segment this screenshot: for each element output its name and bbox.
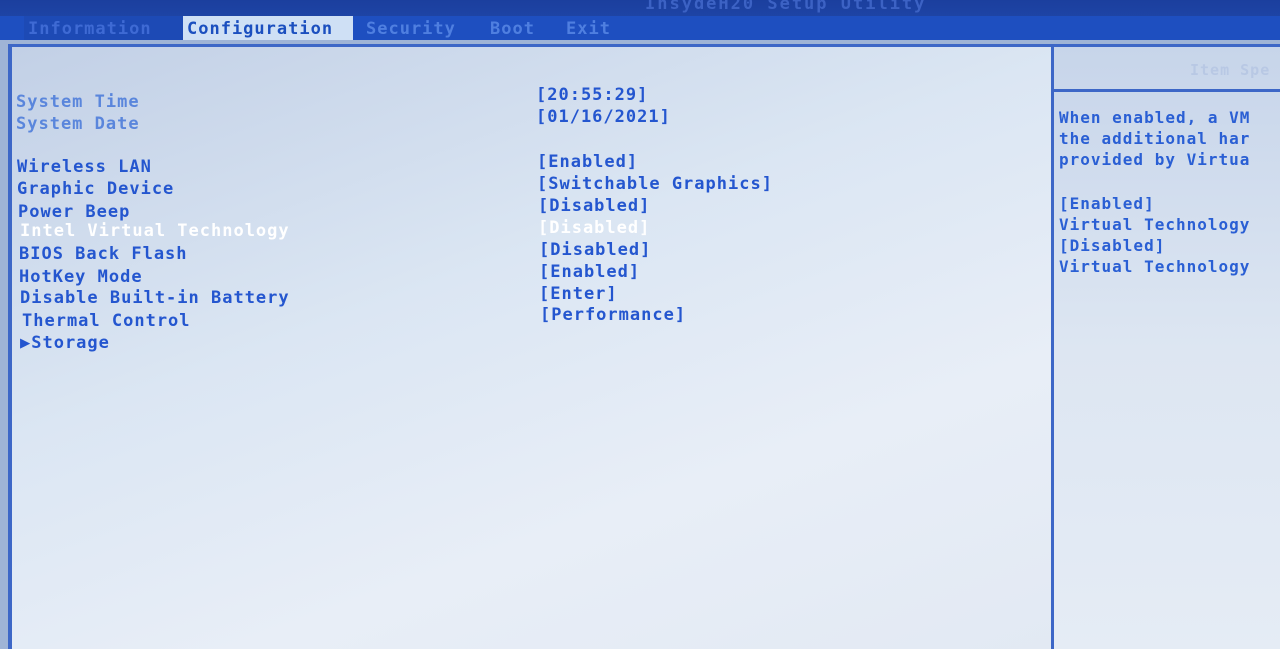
submenu-storage[interactable]: ▶Storage [20, 333, 110, 353]
settings-panel: System Time [20:55:29] System Date [01/1… [8, 44, 1052, 649]
help-description-line: When enabled, a VM the additional har pr… [1059, 108, 1251, 169]
setting-value-wireless-lan[interactable]: [Enabled] [537, 152, 638, 172]
help-options-line: [Enabled] Virtual Technology [Disabled] … [1059, 194, 1251, 276]
setting-label-power-beep[interactable]: Power Beep [18, 202, 130, 222]
tab-information[interactable]: Information [24, 16, 188, 40]
setting-label-hotkey-mode[interactable]: HotKey Mode [19, 267, 143, 287]
setting-label-system-date[interactable]: System Date [16, 114, 140, 134]
setting-label-thermal-control[interactable]: Thermal Control [22, 311, 191, 331]
setting-label-disable-built-in-battery[interactable]: Disable Built-in Battery [20, 288, 290, 308]
tab-exit[interactable]: Exit [562, 16, 615, 40]
help-options: [Enabled] Virtual Technology [Disabled] … [1059, 193, 1250, 277]
setting-label-graphic-device[interactable]: Graphic Device [17, 179, 174, 199]
setting-value-system-time[interactable]: [20:55:29] [536, 85, 648, 105]
setting-value-system-date[interactable]: [01/16/2021] [536, 107, 671, 127]
app-title: InsydeH20 Setup Utility [645, 0, 927, 14]
tab-boot[interactable]: Boot [486, 16, 539, 40]
tab-security[interactable]: Security [362, 16, 460, 40]
help-panel: Item Spe When enabled, a VM the addition… [1051, 44, 1280, 649]
setting-value-intel-virtual-technology[interactable]: [Disabled] [538, 218, 650, 238]
setting-label-intel-virtual-technology[interactable]: Intel Virtual Technology [20, 221, 290, 241]
tab-configuration[interactable]: Configuration [183, 16, 353, 40]
setting-value-bios-back-flash[interactable]: [Disabled] [539, 240, 651, 260]
setting-label-bios-back-flash[interactable]: BIOS Back Flash [19, 244, 188, 264]
help-description: When enabled, a VM the additional har pr… [1059, 107, 1250, 170]
setting-value-power-beep[interactable]: [Disabled] [538, 196, 650, 216]
help-header-label: Item Spe [1190, 61, 1271, 79]
help-header: Item Spe [1054, 47, 1280, 92]
setting-value-thermal-control[interactable]: [Performance] [540, 305, 686, 325]
setting-label-system-time[interactable]: System Time [16, 92, 140, 112]
setting-value-hotkey-mode[interactable]: [Enabled] [539, 262, 640, 282]
setting-value-graphic-device[interactable]: [Switchable Graphics] [537, 174, 773, 194]
setting-label-wireless-lan[interactable]: Wireless LAN [17, 157, 152, 177]
setting-value-disable-built-in-battery[interactable]: [Enter] [539, 284, 618, 304]
